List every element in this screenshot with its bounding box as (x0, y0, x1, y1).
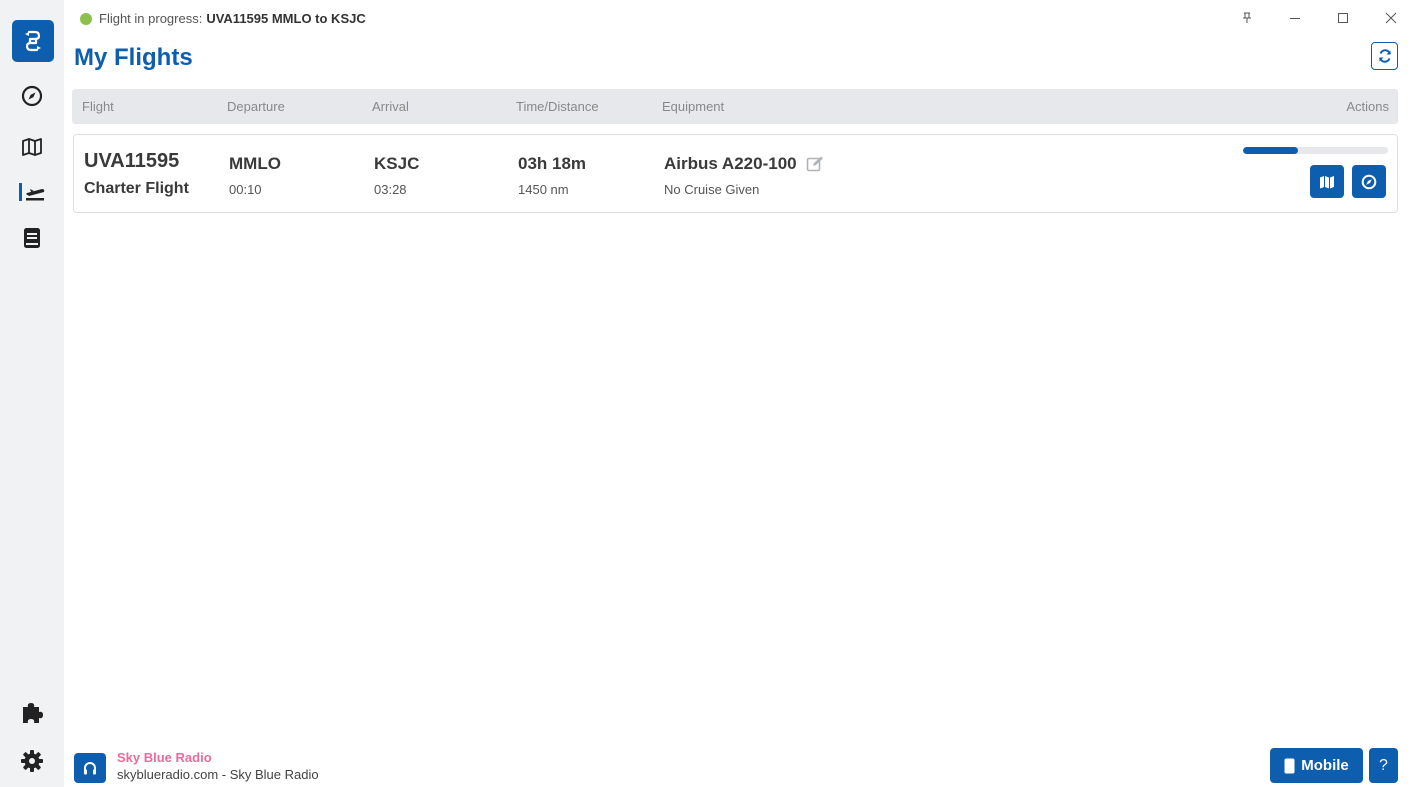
flight-type: Charter Flight (84, 180, 189, 197)
minimize-icon[interactable] (1271, 0, 1319, 36)
maximize-icon[interactable] (1319, 0, 1367, 36)
column-equipment: Equipment (662, 99, 725, 114)
headphones-icon (84, 762, 96, 775)
status-flight: UVA11595 MMLO to KSJC (206, 11, 366, 26)
map-icon (1320, 175, 1334, 188)
departure-time: 00:10 (229, 182, 262, 197)
radio-station-name: Sky Blue Radio (117, 750, 212, 765)
column-time-distance: Time/Distance (516, 99, 599, 114)
flight-number: UVA11595 (84, 150, 180, 172)
radio-play-button[interactable] (74, 753, 106, 783)
status-prefix: Flight in progress: (99, 11, 203, 26)
view-map-button[interactable] (1310, 165, 1344, 198)
window-controls (1223, 0, 1415, 36)
flight-progress-bar (1243, 147, 1388, 154)
mobile-label: Mobile (1301, 757, 1349, 774)
arrival-code: KSJC (374, 154, 420, 173)
equipment: Airbus A220-100 (664, 154, 824, 174)
flights-icon[interactable] (12, 172, 52, 212)
flight-distance: 1450 nm (518, 182, 569, 197)
logbook-icon[interactable] (12, 218, 52, 258)
map-icon[interactable] (12, 127, 52, 167)
table-header: Flight Departure Arrival Time/Distance E… (72, 89, 1398, 124)
refresh-icon (1378, 49, 1391, 63)
arrival-time: 03:28 (374, 182, 407, 197)
flight-progress-fill (1243, 147, 1299, 154)
page-title: My Flights (74, 44, 193, 71)
mobile-phone-icon (1284, 758, 1295, 773)
mobile-button[interactable]: Mobile (1270, 748, 1363, 783)
edit-icon[interactable] (806, 155, 824, 173)
column-flight: Flight (82, 99, 114, 114)
plugins-icon[interactable] (12, 692, 52, 732)
departure-code: MMLO (229, 154, 281, 173)
refresh-button[interactable] (1371, 42, 1398, 70)
track-flight-button[interactable] (1352, 165, 1386, 198)
settings-icon[interactable] (12, 741, 52, 781)
flight-duration: 03h 18m (518, 154, 587, 173)
sidebar (0, 0, 64, 787)
compass-icon (1361, 174, 1377, 189)
column-departure: Departure (227, 99, 285, 114)
flight-row[interactable]: UVA11595 Charter Flight MMLO 00:10 KSJC … (73, 134, 1398, 213)
app-window: Flight in progress: UVA11595 MMLO to KSJ… (0, 0, 1415, 787)
logo-icon[interactable] (12, 20, 54, 62)
compass-icon[interactable] (12, 76, 52, 116)
flight-status: Flight in progress: UVA11595 MMLO to KSJ… (80, 11, 366, 26)
close-icon[interactable] (1367, 0, 1415, 36)
cruise-info: No Cruise Given (664, 182, 760, 197)
status-dot-icon (80, 12, 92, 25)
pin-icon[interactable] (1223, 0, 1271, 36)
column-actions: Actions (1346, 99, 1389, 114)
radio-station-info: skyblueradio.com - Sky Blue Radio (117, 767, 319, 782)
aircraft-name: Airbus A220-100 (664, 154, 797, 173)
column-arrival: Arrival (372, 99, 409, 114)
help-button[interactable]: ? (1369, 748, 1398, 783)
